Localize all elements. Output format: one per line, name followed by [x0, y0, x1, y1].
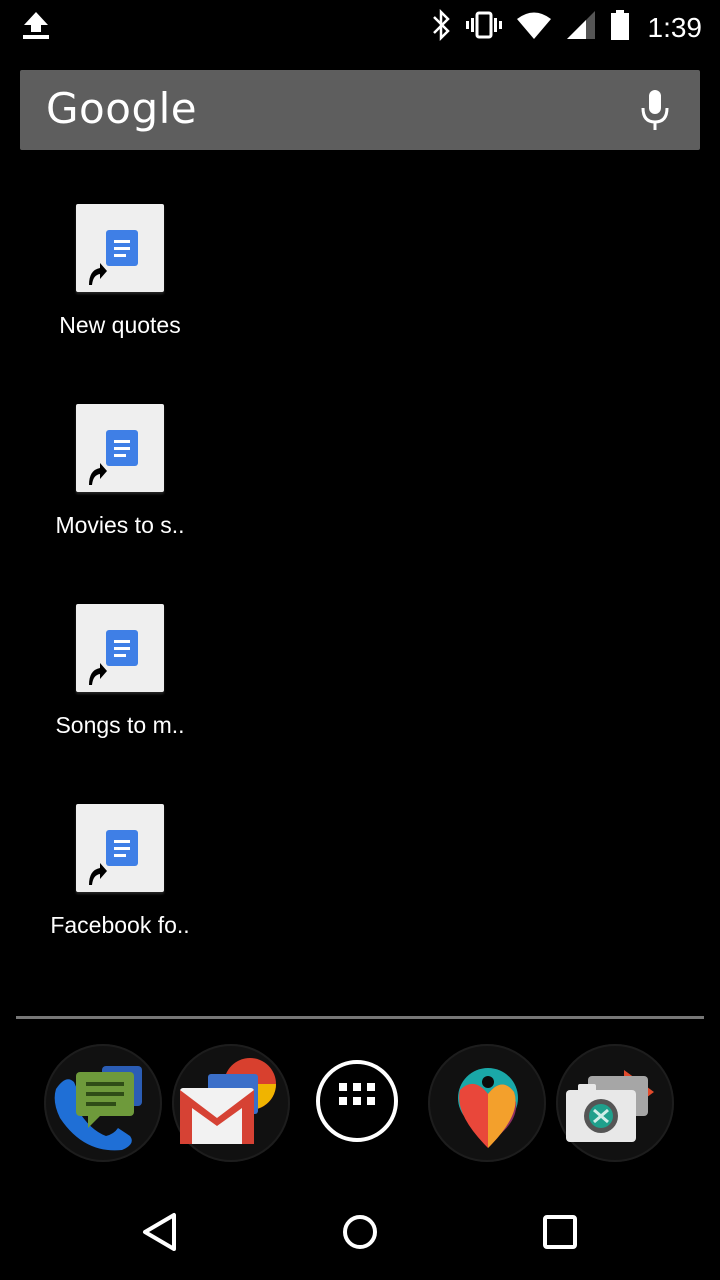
- shortcut-movies[interactable]: Movies to s..: [20, 404, 220, 539]
- google-fit-folder-icon[interactable]: [428, 1044, 546, 1162]
- google-docs-shortcut-icon[interactable]: [76, 404, 164, 492]
- shortcut-label: Songs to m..: [55, 712, 185, 738]
- upload-icon: [20, 10, 52, 45]
- phone-messages-folder-icon[interactable]: [44, 1044, 162, 1162]
- camera-folder-icon[interactable]: [556, 1044, 674, 1162]
- google-search-bar[interactable]: Google: [20, 70, 700, 150]
- app-drawer-icon[interactable]: [316, 1060, 398, 1142]
- navigation-bar: [0, 1184, 720, 1280]
- vibrate-icon: [465, 10, 502, 45]
- shortcut-facebook[interactable]: Facebook fo..: [20, 804, 220, 939]
- google-logo: Google: [46, 84, 198, 133]
- google-docs-shortcut-icon[interactable]: [76, 604, 164, 692]
- wifi-icon: [516, 10, 552, 45]
- gmail-folder-icon[interactable]: [172, 1044, 290, 1162]
- bluetooth-icon: [430, 8, 452, 47]
- signal-icon: [566, 10, 596, 45]
- google-docs-shortcut-icon[interactable]: [76, 804, 164, 892]
- battery-icon: [610, 9, 630, 46]
- back-icon[interactable]: [140, 1212, 180, 1257]
- clock: 1:39: [647, 11, 703, 43]
- shortcut-label: New quotes: [59, 312, 181, 338]
- shortcut-new-quotes[interactable]: New quotes: [20, 204, 220, 339]
- shortcut-label: Facebook fo..: [50, 912, 190, 938]
- google-docs-shortcut-icon[interactable]: [76, 204, 164, 292]
- mic-icon[interactable]: [640, 88, 670, 137]
- status-bar: 1:39: [0, 0, 720, 50]
- recents-icon[interactable]: [540, 1212, 580, 1257]
- shortcut-songs[interactable]: Songs to m..: [20, 604, 220, 739]
- home-icon[interactable]: [340, 1212, 380, 1257]
- dock-divider: [16, 1016, 704, 1019]
- shortcut-label: Movies to s..: [55, 512, 185, 538]
